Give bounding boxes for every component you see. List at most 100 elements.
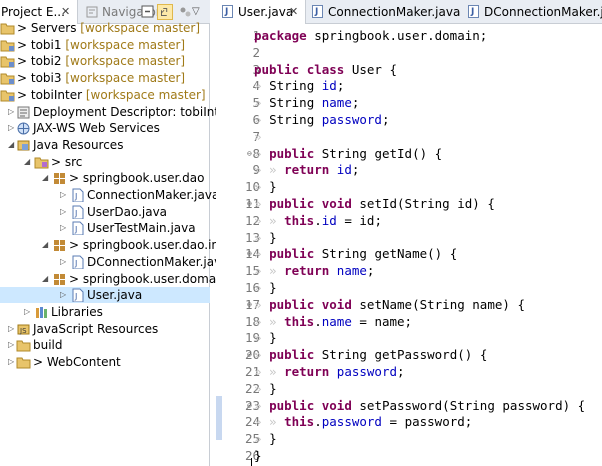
java-file-icon: J <box>72 255 84 269</box>
editor-tab-connectionmaker-java[interactable]: ConnectionMaker.java <box>312 0 460 24</box>
code-line[interactable]: 11 ⊖» public void setId(String id) { <box>216 196 602 213</box>
tree-item[interactable]: ▷ J UserDao.java <box>0 204 210 220</box>
collapsed-arrow-icon[interactable]: ▷ <box>60 187 68 203</box>
collapsed-arrow-icon[interactable]: ▷ <box>8 321 16 337</box>
code-line[interactable]: 26} <box>216 448 602 465</box>
fold-icon[interactable]: ⊖ <box>247 347 252 364</box>
java-file-icon: J <box>72 188 84 202</box>
collapsed-arrow-icon[interactable]: ▷ <box>60 204 68 220</box>
code-line[interactable]: 4» String id; <box>216 78 602 95</box>
tree-item[interactable]: ▷ JS JavaScript Resources <box>0 321 210 337</box>
code-line[interactable]: 6» String password; <box>216 112 602 129</box>
collapsed-arrow-icon[interactable]: ▷ <box>60 220 68 236</box>
view-menu-icon[interactable]: ▽ <box>192 4 208 20</box>
fold-icon[interactable]: ⊖ <box>247 196 252 213</box>
code-line[interactable]: 12» » this.id = id; <box>216 213 602 230</box>
tree-item-label: > tobi3 [workspace master] <box>17 71 186 86</box>
tree-item[interactable]: > tobi3 [workspace master] <box>0 70 210 86</box>
tree-item-label: DConnectionMaker.java <box>87 254 229 269</box>
java-file-icon <box>312 0 323 24</box>
collapse-all-icon[interactable] <box>140 4 156 20</box>
tree-item[interactable]: ▷ J User.java <box>0 287 210 304</box>
code-line[interactable]: 19» } <box>216 330 602 347</box>
collapsed-arrow-icon[interactable]: ▷ <box>8 104 16 120</box>
code-text: » } <box>254 330 277 346</box>
tree-item[interactable]: ◢ Java Resources <box>0 137 210 153</box>
tree-item[interactable]: ▷ Deployment Descriptor: tobiInter <box>0 104 231 120</box>
code-text: » public String getName() { <box>254 246 458 262</box>
expanded-arrow-icon[interactable]: ◢ <box>8 137 16 153</box>
tree-item-label: > springbook.user.dao <box>69 171 205 186</box>
fold-icon[interactable]: ⊖ <box>247 146 252 163</box>
code-text: » } <box>254 431 277 447</box>
code-line[interactable]: 13» } <box>216 230 602 247</box>
collapsed-arrow-icon[interactable]: ▷ <box>60 254 68 270</box>
tree-item[interactable]: ◢ > src <box>0 154 210 170</box>
code-text: » public String getId() { <box>254 145 443 161</box>
code-line[interactable]: 10» } <box>216 179 602 196</box>
tree-item[interactable]: > tobiInter [workspace master] <box>0 87 210 103</box>
tree-item[interactable]: > tobi1 [workspace master] <box>0 37 210 53</box>
expanded-arrow-icon[interactable]: ◢ <box>24 154 32 170</box>
tree-item[interactable]: ▷ J UserTestMain.java <box>0 220 210 236</box>
project-icon <box>0 73 15 85</box>
code-line[interactable]: 25» } <box>216 431 602 448</box>
svg-text:J: J <box>74 259 77 268</box>
code-line[interactable]: 23 ⊖» public void setPassword(String pass… <box>216 398 602 415</box>
tree-item-label: JavaScript Resources <box>33 321 159 336</box>
tree-item[interactable]: ▷ Libraries <box>0 304 210 320</box>
code-line[interactable]: 8 ⊖» public String getId() { <box>216 146 602 163</box>
collapsed-arrow-icon[interactable]: ▷ <box>8 354 16 370</box>
code-line[interactable]: 18» » this.name = name; <box>216 314 602 331</box>
code-text: » String id; <box>254 78 345 94</box>
code-text: » } <box>254 229 277 245</box>
tree-item-label: Libraries <box>51 304 103 319</box>
code-line[interactable]: 1 package springbook.user.domain; <box>216 28 602 45</box>
code-line[interactable]: 17 ⊖» public void setName(String name) { <box>216 297 602 314</box>
tree-item-label: ConnectionMaker.java <box>87 188 220 202</box>
javascript-icon: JS <box>17 324 30 335</box>
collapsed-arrow-icon[interactable]: ▷ <box>60 287 68 303</box>
editor-tab-user-java[interactable]: User.java ✕ <box>216 0 306 24</box>
close-icon[interactable]: ✕ <box>289 0 298 24</box>
code-line[interactable]: 9» » return id; <box>216 162 602 179</box>
link-with-editor-icon[interactable] <box>157 4 173 20</box>
tree-item-label: > WebContent <box>33 355 121 369</box>
tree-item[interactable]: ◢ > springbook.user.dao.imle <box>0 237 234 253</box>
editor-tab-label: DConnectionMaker.java <box>484 5 602 19</box>
code-text: » » this.id = id; <box>254 212 382 228</box>
tree-item[interactable]: > tobi2 [workspace master] <box>0 53 210 69</box>
tree-item[interactable]: ▷ J ConnectionMaker.java <box>0 187 219 203</box>
code-line[interactable]: 3 public class User { <box>216 62 602 79</box>
collapsed-arrow-icon[interactable]: ▷ <box>8 120 16 136</box>
code-line[interactable]: 20 ⊖» public String getPassword() { <box>216 347 602 364</box>
tree-item[interactable]: ◢ > springbook.user.domain <box>0 271 227 287</box>
tree-item[interactable]: > Servers [workspace master] <box>0 20 210 36</box>
tree-item[interactable]: ▷ J DConnectionMaker.java <box>0 254 229 270</box>
expanded-arrow-icon[interactable]: ◢ <box>42 237 50 253</box>
tree-item[interactable]: ◢ > springbook.user.dao <box>0 170 210 186</box>
collapsed-arrow-icon[interactable]: ▷ <box>8 337 16 353</box>
expanded-arrow-icon[interactable]: ◢ <box>42 271 50 287</box>
tree-item[interactable]: ▷ > WebContent <box>0 354 210 370</box>
code-line[interactable]: 16» } <box>216 280 602 297</box>
workspace-decoration: [workspace master] <box>82 87 206 102</box>
code-line[interactable]: 24» » this.password = password; <box>216 414 602 431</box>
filters-icon[interactable] <box>177 4 193 20</box>
code-line[interactable]: 5» String name; <box>216 95 602 112</box>
code-line[interactable]: 7» <box>216 129 602 146</box>
editor-tab-dconnectionmaker-java[interactable]: DConnectionMaker.java <box>468 0 602 24</box>
fold-icon[interactable]: ⊖ <box>247 246 252 263</box>
code-line[interactable]: 22» } <box>216 381 602 398</box>
fold-icon[interactable]: ⊖ <box>247 297 252 314</box>
tree-item[interactable]: ▷ JAX-WS Web Services <box>0 120 210 136</box>
code-line[interactable]: 21» » return password; <box>216 364 602 381</box>
code-line[interactable]: 14 ⊖» public String getName() { <box>216 246 602 263</box>
code-text: » public void setName(String name) { <box>254 296 525 312</box>
expanded-arrow-icon[interactable]: ◢ <box>42 170 50 186</box>
collapsed-arrow-icon[interactable]: ▷ <box>24 304 32 320</box>
code-line[interactable]: 2 <box>216 45 602 62</box>
fold-icon[interactable]: ⊖ <box>247 398 252 415</box>
tree-item[interactable]: ▷ build <box>0 337 210 353</box>
code-line[interactable]: 15» » return name; <box>216 263 602 280</box>
